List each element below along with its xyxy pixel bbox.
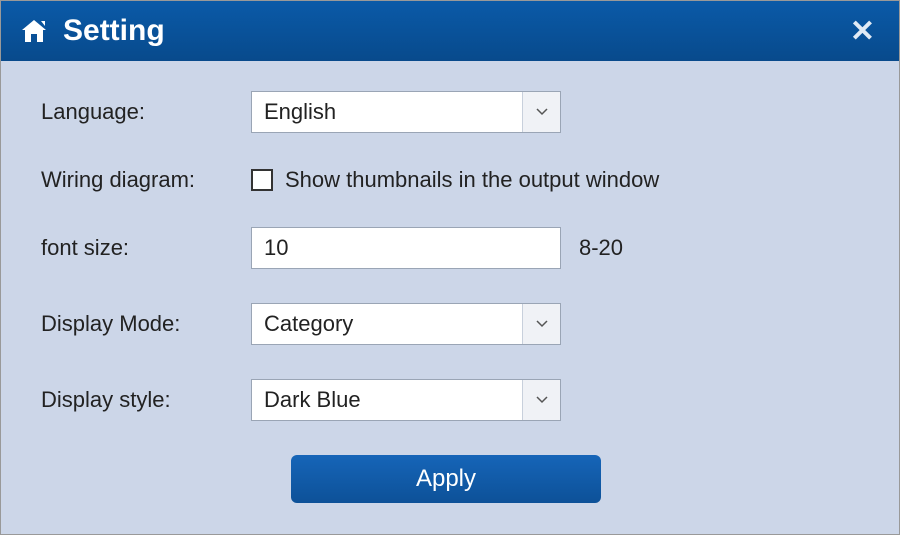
thumbnails-checkbox-label: Show thumbnails in the output window: [285, 167, 659, 193]
apply-button[interactable]: Apply: [291, 455, 601, 503]
home-icon: [19, 18, 49, 44]
chevron-down-icon: [522, 380, 560, 420]
display-style-select[interactable]: Dark Blue: [251, 379, 561, 421]
display-style-label: Display style:: [41, 387, 251, 413]
thumbnails-checkbox[interactable]: [251, 169, 273, 191]
language-value: English: [252, 99, 522, 125]
titlebar: Setting ✕: [1, 1, 899, 61]
chevron-down-icon: [522, 92, 560, 132]
font-size-input[interactable]: [251, 227, 561, 269]
row-language: Language: English: [41, 91, 879, 133]
row-wiring-diagram: Wiring diagram: Show thumbnails in the o…: [41, 167, 879, 193]
display-mode-label: Display Mode:: [41, 311, 251, 337]
font-size-label: font size:: [41, 235, 251, 261]
chevron-down-icon: [522, 304, 560, 344]
row-display-mode: Display Mode: Category: [41, 303, 879, 345]
font-size-hint: 8-20: [579, 235, 623, 261]
row-font-size: font size: 8-20: [41, 227, 879, 269]
language-select[interactable]: English: [251, 91, 561, 133]
row-display-style: Display style: Dark Blue: [41, 379, 879, 421]
close-icon[interactable]: ✕: [844, 14, 881, 49]
settings-dialog: Setting ✕ Language: English Wiring diagr…: [0, 0, 900, 535]
dialog-content: Language: English Wiring diagram: Show t…: [1, 61, 899, 534]
wiring-diagram-label: Wiring diagram:: [41, 167, 251, 193]
thumbnails-checkbox-wrap: Show thumbnails in the output window: [251, 167, 659, 193]
display-mode-select[interactable]: Category: [251, 303, 561, 345]
display-mode-value: Category: [252, 311, 522, 337]
language-label: Language:: [41, 99, 251, 125]
display-style-value: Dark Blue: [252, 387, 522, 413]
dialog-title: Setting: [63, 14, 844, 48]
